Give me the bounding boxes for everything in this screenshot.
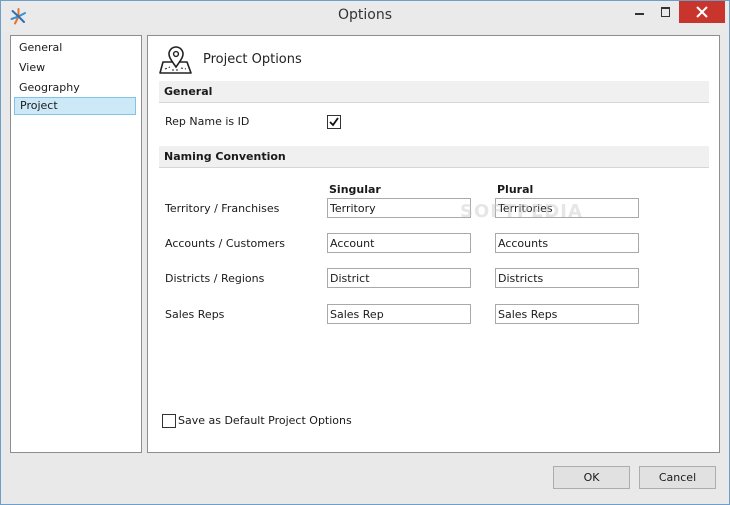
rep-name-is-id-label: Rep Name is ID bbox=[165, 115, 250, 128]
nav-item-project[interactable]: Project bbox=[14, 97, 136, 115]
sales-rep-plural-input[interactable] bbox=[495, 304, 639, 324]
accounts-customers-label: Accounts / Customers bbox=[165, 237, 286, 250]
territory-franchises-label: Territory / Franchises bbox=[165, 202, 280, 215]
map-pin-icon bbox=[159, 45, 193, 78]
territory-singular-input[interactable] bbox=[327, 198, 471, 218]
district-singular-input[interactable] bbox=[327, 268, 471, 288]
close-button[interactable] bbox=[679, 1, 725, 23]
sales-rep-singular-input[interactable] bbox=[327, 304, 471, 324]
cancel-button[interactable]: Cancel bbox=[639, 466, 716, 489]
save-as-default-checkbox[interactable] bbox=[162, 414, 176, 428]
rep-name-is-id-checkbox[interactable] bbox=[327, 115, 341, 129]
nav-item-view[interactable]: View bbox=[14, 59, 136, 77]
close-icon bbox=[696, 6, 708, 18]
districts-regions-label: Districts / Regions bbox=[165, 272, 265, 285]
title-bar[interactable]: Options bbox=[1, 1, 729, 32]
column-header-plural: Plural bbox=[497, 183, 534, 196]
minimize-button[interactable] bbox=[627, 1, 653, 23]
sales-reps-label: Sales Reps bbox=[165, 308, 225, 321]
options-category-list[interactable]: General View Geography Project bbox=[10, 35, 142, 453]
district-plural-input[interactable] bbox=[495, 268, 639, 288]
section-header-naming-convention: Naming Convention bbox=[159, 146, 709, 168]
account-plural-input[interactable] bbox=[495, 233, 639, 253]
save-as-default-label: Save as Default Project Options bbox=[178, 414, 352, 427]
project-options-panel: Project Options General Rep Name is ID N… bbox=[147, 35, 720, 453]
section-header-general: General bbox=[159, 81, 709, 103]
options-window: Options General View Geography Project P… bbox=[0, 0, 730, 505]
ok-button[interactable]: OK bbox=[553, 466, 630, 489]
nav-item-general[interactable]: General bbox=[14, 39, 136, 57]
account-singular-input[interactable] bbox=[327, 233, 471, 253]
maximize-button[interactable] bbox=[653, 1, 679, 23]
territory-plural-input[interactable] bbox=[495, 198, 639, 218]
window-title: Options bbox=[337, 7, 393, 23]
checkmark-icon bbox=[329, 117, 339, 127]
page-title: Project Options bbox=[203, 52, 302, 67]
nav-item-geography[interactable]: Geography bbox=[14, 79, 136, 97]
column-header-singular: Singular bbox=[329, 183, 381, 196]
